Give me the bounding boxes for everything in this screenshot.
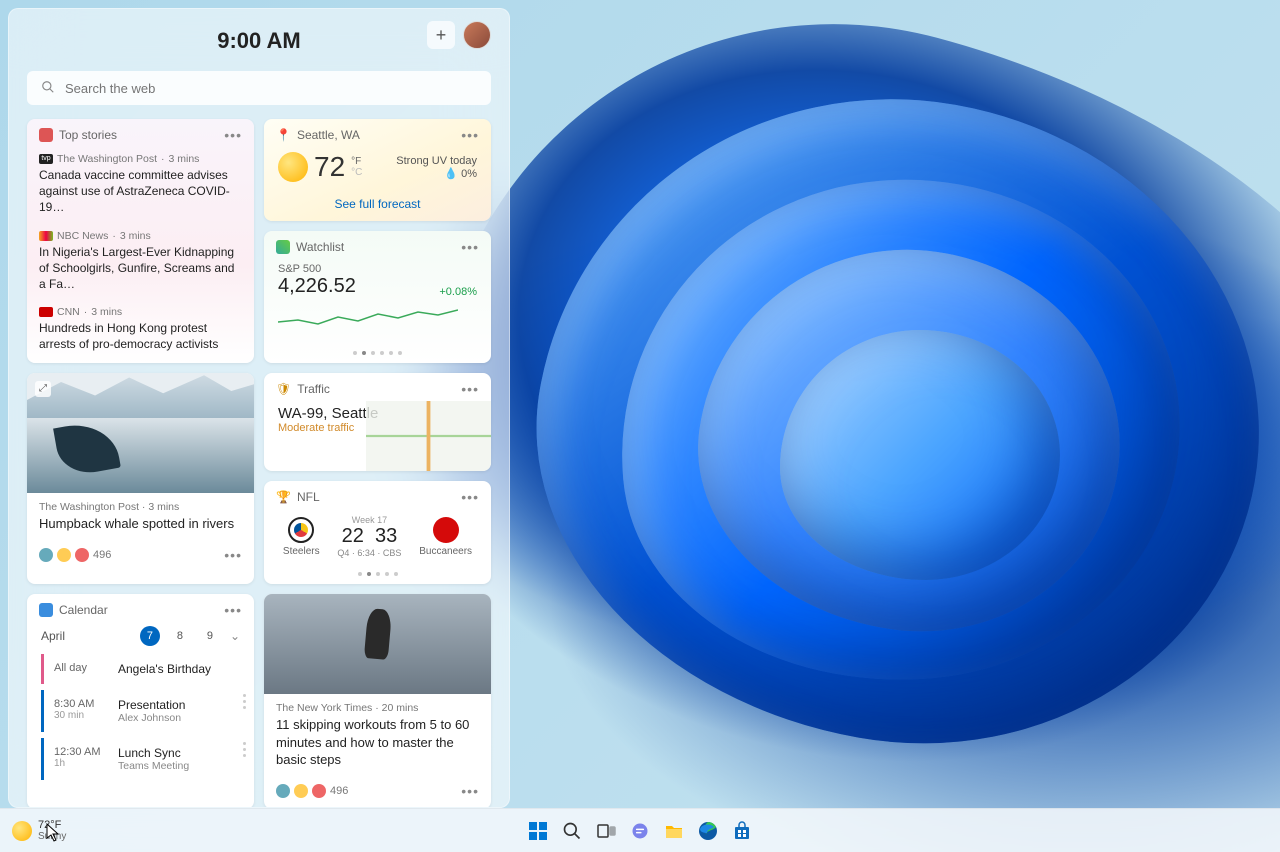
- nfl-week: Week 17: [337, 515, 401, 525]
- edge-button[interactable]: [695, 818, 721, 844]
- nfl-title: NFL: [297, 490, 320, 504]
- news-more-icon[interactable]: •••: [461, 783, 479, 799]
- top-stories-more-icon[interactable]: •••: [224, 127, 242, 143]
- buccaneers-logo-icon: [433, 517, 459, 543]
- news-image: ⤢: [27, 373, 254, 493]
- sun-icon: [278, 152, 308, 182]
- widgets-panel: 9:00 AM + Top stories ••• tvpThe Washing…: [8, 8, 510, 808]
- taskbar-condition: Sunny: [38, 831, 66, 842]
- chart-icon: [276, 240, 290, 254]
- trophy-icon: 🏆: [276, 490, 291, 504]
- reaction-icon: [294, 784, 308, 798]
- reaction-icon: [312, 784, 326, 798]
- start-button[interactable]: [525, 818, 551, 844]
- news-icon: [39, 128, 53, 142]
- file-explorer-button[interactable]: [661, 818, 687, 844]
- calendar-month: April: [41, 629, 65, 643]
- top-story-item[interactable]: tvpThe Washington Post · 3 mins Canada v…: [27, 147, 254, 224]
- reaction-icon: [57, 548, 71, 562]
- news-meta: The Washington Post · 3 mins: [27, 493, 254, 515]
- news-more-icon[interactable]: •••: [224, 547, 242, 563]
- sparkline-chart: [278, 302, 458, 330]
- reaction-icon: [75, 548, 89, 562]
- calendar-icon: [39, 603, 53, 617]
- calendar-day[interactable]: 8: [170, 626, 190, 646]
- weather-location: Seattle, WA: [297, 128, 360, 142]
- news-whale-widget[interactable]: ⤢ The Washington Post · 3 mins Humpback …: [27, 373, 254, 584]
- taskbar-weather[interactable]: 72°F Sunny: [12, 819, 66, 842]
- taskbar: 72°F Sunny: [0, 808, 1280, 852]
- task-view-button[interactable]: [593, 818, 619, 844]
- add-widget-button[interactable]: +: [427, 21, 455, 49]
- pagination-dots[interactable]: [264, 347, 491, 363]
- watchlist-widget[interactable]: Watchlist ••• S&P 500 4,226.52 +0.08%: [264, 231, 491, 363]
- calendar-event[interactable]: 12:30 AM1h Lunch SyncTeams Meeting: [41, 738, 240, 780]
- sun-icon: [12, 821, 32, 841]
- widgets-header: 9:00 AM +: [27, 21, 491, 61]
- top-story-item[interactable]: NBC News · 3 mins In Nigeria's Largest-E…: [27, 224, 254, 301]
- traffic-icon: 🛡: [276, 382, 291, 396]
- weather-temp: 72: [314, 151, 345, 183]
- calendar-day[interactable]: 7: [140, 626, 160, 646]
- news-headline: 11 skipping workouts from 5 to 60 minute…: [264, 716, 491, 777]
- search-icon: [41, 80, 55, 97]
- reaction-icon: [39, 548, 53, 562]
- user-avatar[interactable]: [463, 21, 491, 49]
- traffic-more-icon[interactable]: •••: [461, 381, 479, 397]
- news-image: [264, 594, 491, 694]
- store-button[interactable]: [729, 818, 755, 844]
- traffic-map: [366, 401, 491, 471]
- location-pin-icon: 📍: [276, 128, 291, 142]
- calendar-more-icon[interactable]: •••: [224, 602, 242, 618]
- search-bar[interactable]: [27, 71, 491, 105]
- wallpaper-swirl: [480, 60, 1280, 780]
- top-story-item[interactable]: CNN · 3 mins Hundreds in Hong Kong prote…: [27, 300, 254, 360]
- weather-precip: 💧 0%: [396, 167, 477, 180]
- nfl-detail: Q4 · 6:34 · CBS: [337, 548, 401, 558]
- source-logo-icon: [39, 231, 53, 241]
- nfl-widget[interactable]: 🏆 NFL ••• Steelers Week 17 22 33 Q4 · 6:3…: [264, 481, 491, 584]
- nfl-score: 22 33: [337, 525, 401, 548]
- traffic-widget[interactable]: 🛡Traffic ••• WA-99, Seattle Moderate tra…: [264, 373, 491, 471]
- nfl-more-icon[interactable]: •••: [461, 489, 479, 505]
- source-logo-icon: tvp: [39, 154, 53, 164]
- calendar-event[interactable]: All day Angela's Birthday: [41, 654, 240, 684]
- pagination-dots[interactable]: [264, 568, 491, 584]
- weather-forecast-link[interactable]: See full forecast: [264, 191, 491, 221]
- calendar-day[interactable]: 9: [200, 626, 220, 646]
- watchlist-value: 4,226.52: [278, 275, 356, 298]
- watchlist-change: +0.08%: [439, 286, 477, 298]
- news-workout-widget[interactable]: The New York Times · 20 mins 11 skipping…: [264, 594, 491, 808]
- nfl-team-2: Buccaneers: [419, 517, 472, 557]
- weather-uv: Strong UV today: [396, 155, 477, 167]
- watchlist-more-icon[interactable]: •••: [461, 239, 479, 255]
- taskbar-temp: 72°F: [38, 819, 66, 831]
- calendar-event[interactable]: 8:30 AM30 min PresentationAlex Johnson: [41, 690, 240, 732]
- watchlist-symbol: S&P 500: [278, 263, 477, 275]
- traffic-title: Traffic: [297, 382, 330, 396]
- nfl-team-1: Steelers: [283, 517, 320, 557]
- steelers-logo-icon: [288, 517, 314, 543]
- search-button[interactable]: [559, 818, 585, 844]
- chevron-down-icon[interactable]: ⌄: [230, 629, 240, 643]
- top-stories-widget[interactable]: Top stories ••• tvpThe Washington Post ·…: [27, 119, 254, 363]
- news-headline: Humpback whale spotted in rivers: [27, 515, 254, 541]
- calendar-title: Calendar: [59, 603, 108, 617]
- calendar-widget[interactable]: Calendar ••• April 7 8 9 ⌄ All day Angel…: [27, 594, 254, 808]
- top-stories-title: Top stories: [59, 128, 117, 142]
- search-input[interactable]: [65, 81, 477, 96]
- weather-more-icon[interactable]: •••: [461, 127, 479, 143]
- reaction-icon: [276, 784, 290, 798]
- expand-icon[interactable]: ⤢: [35, 381, 51, 397]
- watchlist-title: Watchlist: [296, 240, 344, 254]
- source-logo-icon: [39, 307, 53, 317]
- widgets-time: 9:00 AM: [217, 28, 301, 54]
- reactions[interactable]: 496: [276, 784, 348, 798]
- news-meta: The New York Times · 20 mins: [264, 694, 491, 716]
- chat-button[interactable]: [627, 818, 653, 844]
- weather-widget[interactable]: 📍Seattle, WA ••• 72 °F°C Strong UV today…: [264, 119, 491, 221]
- reactions[interactable]: 496: [39, 548, 111, 562]
